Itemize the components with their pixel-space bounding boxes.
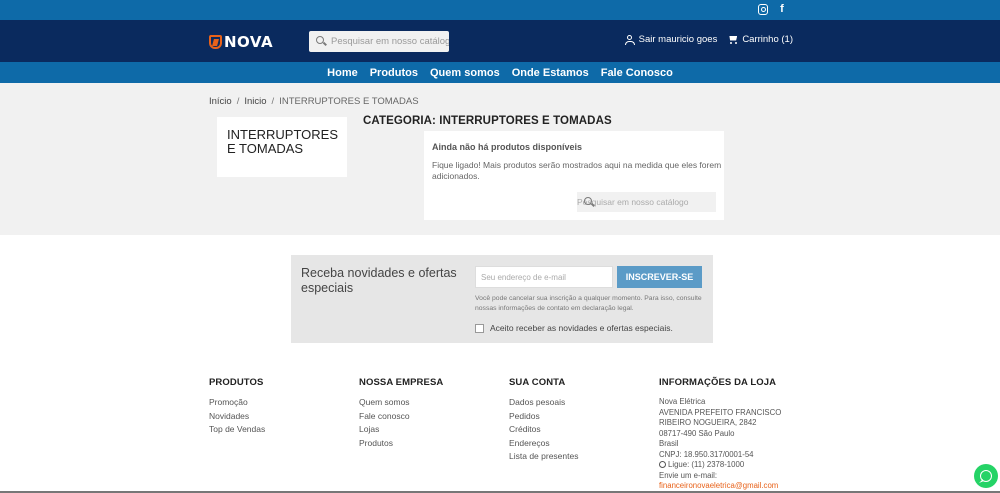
main-content: Início / Inicio / INTERRUPTORES E TOMADA… [0,83,1000,235]
logout-link[interactable]: Sair mauricio goes [624,34,718,45]
store-cnpj: CNPJ: 18.950.317/0001-54 [659,449,754,459]
footer-products-title: PRODUTOS [209,377,264,388]
breadcrumb-inicio-2[interactable]: Inicio [244,96,266,107]
newsletter-lead: Receba novidades e ofertas especiais [301,266,457,295]
nav-home[interactable]: Home [327,67,358,79]
newsletter-consent: Aceito receber as novidades e ofertas es… [475,323,673,333]
store-phone[interactable]: Ligue: (11) 2378-1000 [668,460,744,469]
cart-icon [727,35,738,45]
newsletter-block: Receba novidades e ofertas especiais INS… [291,255,713,343]
store-address-3: 08717-490 São Paulo [659,428,735,438]
store-address-2: RIBEIRO NOGUEIRA, 2842 [659,418,757,427]
footer-link-promocao[interactable]: Promoção [209,397,359,407]
facebook-icon[interactable]: f [777,4,787,15]
footer-link-lojas[interactable]: Lojas [359,424,509,434]
instagram-icon[interactable] [758,4,768,15]
logout-label: Sair mauricio goes [638,34,718,45]
store-country: Brasil [659,439,679,448]
page-title: CATEGORIA: INTERRUPTORES E TOMADAS [363,115,612,127]
empty-heading: Ainda não há produtos disponíveis [432,142,583,152]
nav-onde-estamos[interactable]: Onde Estamos [512,67,589,79]
subscribe-button[interactable]: INSCREVER-SE [617,266,702,288]
user-icon [624,34,635,45]
footer-link-pedidos[interactable]: Pedidos [509,411,659,421]
header-search [309,31,449,52]
cart-label: Carrinho (1) [742,34,793,45]
breadcrumb-inicio[interactable]: Início [209,96,232,107]
footer-link-fale-conosco[interactable]: Fale conosco [359,411,509,421]
whatsapp-icon [659,461,666,469]
breadcrumb: Início / Inicio / INTERRUPTORES E TOMADA… [209,96,419,107]
nav-produtos[interactable]: Produtos [370,67,418,79]
store-phone-row: Ligue: (11) 2378-1000 [659,460,789,471]
logo[interactable]: NOVA [209,33,273,51]
footer-store-title: INFORMAÇÕES DA LOJA [659,377,777,388]
header: NOVA Sair mauricio goes Carrinho (1) [0,20,1000,62]
empty-text: Fique ligado! Mais produtos serão mostra… [432,160,722,181]
whatsapp-float-button[interactable] [974,464,998,488]
breadcrumb-separator: / [271,96,275,107]
footer-link-enderecos[interactable]: Endereços [509,438,659,448]
category-sidebar-title: INTERRUPTORES E TOMADAS [227,127,338,156]
consent-checkbox[interactable] [475,323,484,333]
footer-company-title: NOSSA EMPRESA [359,377,444,388]
footer-products: PRODUTOS Promoção Novidades Top de Venda… [209,377,359,492]
breadcrumb-current: INTERRUPTORES E TOMADAS [279,96,419,107]
newsletter-legal: Você pode cancelar sua inscrição a qualq… [475,295,702,312]
footer-account-title: SUA CONTA [509,377,566,388]
footer: PRODUTOS Promoção Novidades Top de Venda… [209,377,1000,492]
search-icon[interactable] [309,31,331,52]
cart-link[interactable]: Carrinho (1) [727,34,793,45]
catalog-search [577,192,716,212]
footer-link-produtos[interactable]: Produtos [359,438,509,448]
footer-link-creditos[interactable]: Créditos [509,424,659,434]
search-input[interactable] [331,36,449,47]
social-links: f [758,4,787,15]
top-bar: f [0,0,1000,20]
nav-fale-conosco[interactable]: Fale Conosco [601,67,673,79]
footer-link-dados[interactable]: Dados pesoais [509,397,659,407]
empty-results-panel: Ainda não há produtos disponíveis Fique … [424,131,724,220]
logo-text: NOVA [224,33,274,51]
user-links: Sair mauricio goes Carrinho (1) [624,34,793,45]
footer-account: SUA CONTA Dados pesoais Pedidos Créditos… [509,377,659,492]
footer-store-info: INFORMAÇÕES DA LOJA Nova Elétrica AVENID… [659,377,809,492]
footer-company: NOSSA EMPRESA Quem somos Fale conosco Lo… [359,377,509,492]
store-address-1: AVENIDA PREFEITO FRANCISCO [659,407,782,417]
consent-label[interactable]: Aceito receber as novidades e ofertas es… [490,323,673,333]
nav-quem-somos[interactable]: Quem somos [430,67,500,79]
breadcrumb-separator: / [236,96,240,107]
newsletter-email-input[interactable] [475,266,613,288]
main-nav: Home Produtos Quem somos Onde Estamos Fa… [0,62,1000,83]
footer-link-quem-somos[interactable]: Quem somos [359,397,509,407]
category-sidebar: INTERRUPTORES E TOMADAS [217,117,347,177]
store-email-label: Envie um e-mail: [659,470,718,480]
store-name: Nova Elétrica [659,397,706,406]
footer-link-lista[interactable]: Lista de presentes [509,451,659,461]
store-info: Nova Elétrica AVENIDA PREFEITO FRANCISCO… [659,397,789,492]
store-email[interactable]: financeironovaeletrica@gmail.com [659,481,789,492]
footer-link-top-vendas[interactable]: Top de Vendas [209,424,359,434]
logo-mark-icon [209,35,222,49]
footer-link-novidades[interactable]: Novidades [209,411,359,421]
